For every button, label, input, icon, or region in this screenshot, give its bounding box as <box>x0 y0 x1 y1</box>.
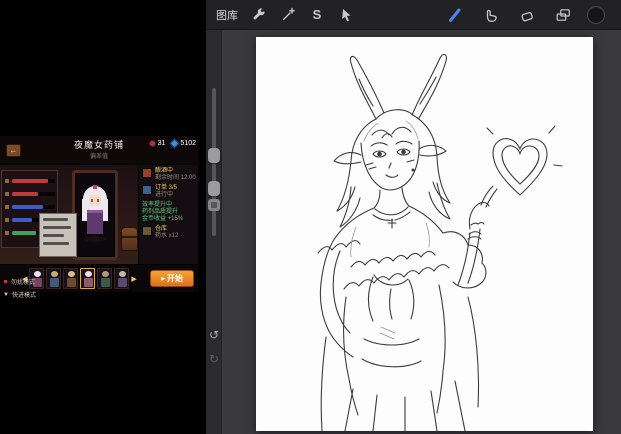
crystal-icon <box>170 139 180 149</box>
stat-row <box>4 200 55 213</box>
transform-cursor-icon[interactable] <box>334 3 358 27</box>
smudge-finger-icon[interactable] <box>479 3 503 27</box>
undo-button[interactable]: ↺ <box>206 328 222 342</box>
game-topbar: ← 夜魔女药铺 偏差值 31 5102 <box>0 136 198 164</box>
stat-bar <box>12 179 55 183</box>
option-toggles: 勿扰模式 ▼ 快进模式 <box>3 277 36 303</box>
quest-icon <box>142 185 152 195</box>
game-room-scene: 酿酒中 剩余时间 12:00 订单 3/5 进行中 效率提升中 药剂品质提升 <box>0 164 198 264</box>
procreate-sidebar: ↺ ↻ <box>206 30 222 434</box>
sprite-body <box>67 278 76 287</box>
stat-icon <box>4 217 10 223</box>
sprite-head <box>85 271 92 277</box>
game-app-pane: ← 夜魔女药铺 偏差值 31 5102 <box>0 0 206 434</box>
storage-subtitle: 药水 x12 <box>155 233 178 240</box>
party-slot[interactable] <box>114 268 129 289</box>
quest-title: 订单 3/5 <box>155 185 177 192</box>
quest-title: 酿酒中 <box>155 168 195 175</box>
barrel-prop <box>121 227 138 251</box>
quest-subtitle: 进行中 <box>155 192 177 199</box>
eraser-icon[interactable] <box>515 3 539 27</box>
right-tool-group <box>443 3 605 27</box>
sprite-body <box>101 278 110 287</box>
gallery-button[interactable]: 图库 <box>216 7 238 23</box>
stat-bar <box>12 192 55 196</box>
buff-text-block: 效率提升中 药剂品质提升 金币收益 +15% <box>142 202 195 223</box>
game-subtitle: 偏差值 <box>0 151 198 160</box>
play-icon: ▶ <box>161 276 165 282</box>
party-slots <box>29 268 129 289</box>
stat-icon <box>4 204 10 210</box>
adjustments-wand-icon[interactable] <box>276 3 300 27</box>
sprite-head <box>102 271 109 277</box>
stat-icon <box>4 191 10 197</box>
sprite-body <box>118 278 127 287</box>
tooltip-panel <box>39 213 77 257</box>
quest-subtitle: 剩余时间 12:00 <box>155 175 195 182</box>
buff-line: 药剂品质提升 <box>142 209 195 216</box>
option-label: 快进模式 <box>12 290 36 299</box>
currency-bar: 31 5102 <box>149 140 196 147</box>
buff-line: 金币收益 +15% <box>142 216 195 223</box>
pixel-character <box>75 173 115 257</box>
actions-wrench-icon[interactable] <box>247 3 271 27</box>
option-row[interactable]: ▼ 快进模式 <box>3 290 36 299</box>
drawing-canvas[interactable] <box>256 37 593 431</box>
stat-icon <box>4 178 10 184</box>
procreate-app-pane: 图库 S <box>206 0 621 434</box>
option-row[interactable]: 勿扰模式 <box>3 277 36 286</box>
quest-entry[interactable]: 酿酒中 剩余时间 12:00 <box>142 168 195 182</box>
start-button[interactable]: ▶ 开始 <box>150 270 194 287</box>
dropdown-arrow-icon: ▼ <box>3 292 9 298</box>
split-screen: ← 夜魔女药铺 偏差值 31 5102 <box>0 0 621 434</box>
storage-icon <box>142 226 152 236</box>
storage-title: 仓库 <box>155 226 178 233</box>
color-swatch-button[interactable] <box>587 6 605 24</box>
currency-value: 31 <box>158 140 166 147</box>
party-slot[interactable] <box>63 268 78 289</box>
redo-button[interactable]: ↻ <box>206 352 222 366</box>
game-viewport: ← 夜魔女药铺 偏差值 31 5102 <box>0 136 198 292</box>
party-slot[interactable] <box>46 268 61 289</box>
stat-row <box>4 174 55 187</box>
party-slot[interactable] <box>97 268 112 289</box>
layers-icon[interactable] <box>551 3 575 27</box>
sprite-body <box>50 278 59 287</box>
currency-badge: 31 <box>149 140 166 147</box>
stat-icon <box>4 230 10 236</box>
stat-bar <box>12 205 55 209</box>
party-scroll-right[interactable]: ▶ <box>131 275 136 283</box>
modify-button[interactable] <box>208 199 220 211</box>
opacity-slider-handle[interactable] <box>208 181 220 196</box>
red-toggle-icon <box>3 279 8 284</box>
currency-badge: 5102 <box>171 140 196 147</box>
sprite-body <box>84 278 93 287</box>
sprite-head <box>119 271 126 277</box>
option-label: 勿扰模式 <box>11 277 35 286</box>
moon-token-icon <box>149 140 156 147</box>
procreate-topbar: 图库 S <box>206 0 621 30</box>
party-slot-active[interactable] <box>80 268 95 289</box>
quest-entry[interactable]: 订单 3/5 进行中 <box>142 185 195 199</box>
sprite-head <box>68 271 75 277</box>
stat-row <box>4 187 55 200</box>
sketch-horned-girl-with-heart <box>256 37 593 431</box>
storage-entry[interactable]: 仓库 药水 x12 <box>142 226 195 240</box>
currency-value: 5102 <box>180 140 196 147</box>
start-label: 开始 <box>167 273 183 284</box>
quest-icon <box>142 168 152 178</box>
selection-icon[interactable]: S <box>305 3 329 27</box>
buff-line: 效率提升中 <box>142 202 195 209</box>
brush-size-slider-handle[interactable] <box>208 148 220 163</box>
character-wardrobe[interactable] <box>72 170 118 260</box>
sprite-head <box>51 271 58 277</box>
brush-icon-selected[interactable] <box>443 3 467 27</box>
quest-panel: 酿酒中 剩余时间 12:00 订单 3/5 进行中 效率提升中 药剂品质提升 <box>138 165 198 264</box>
left-tool-group: S <box>247 3 358 27</box>
